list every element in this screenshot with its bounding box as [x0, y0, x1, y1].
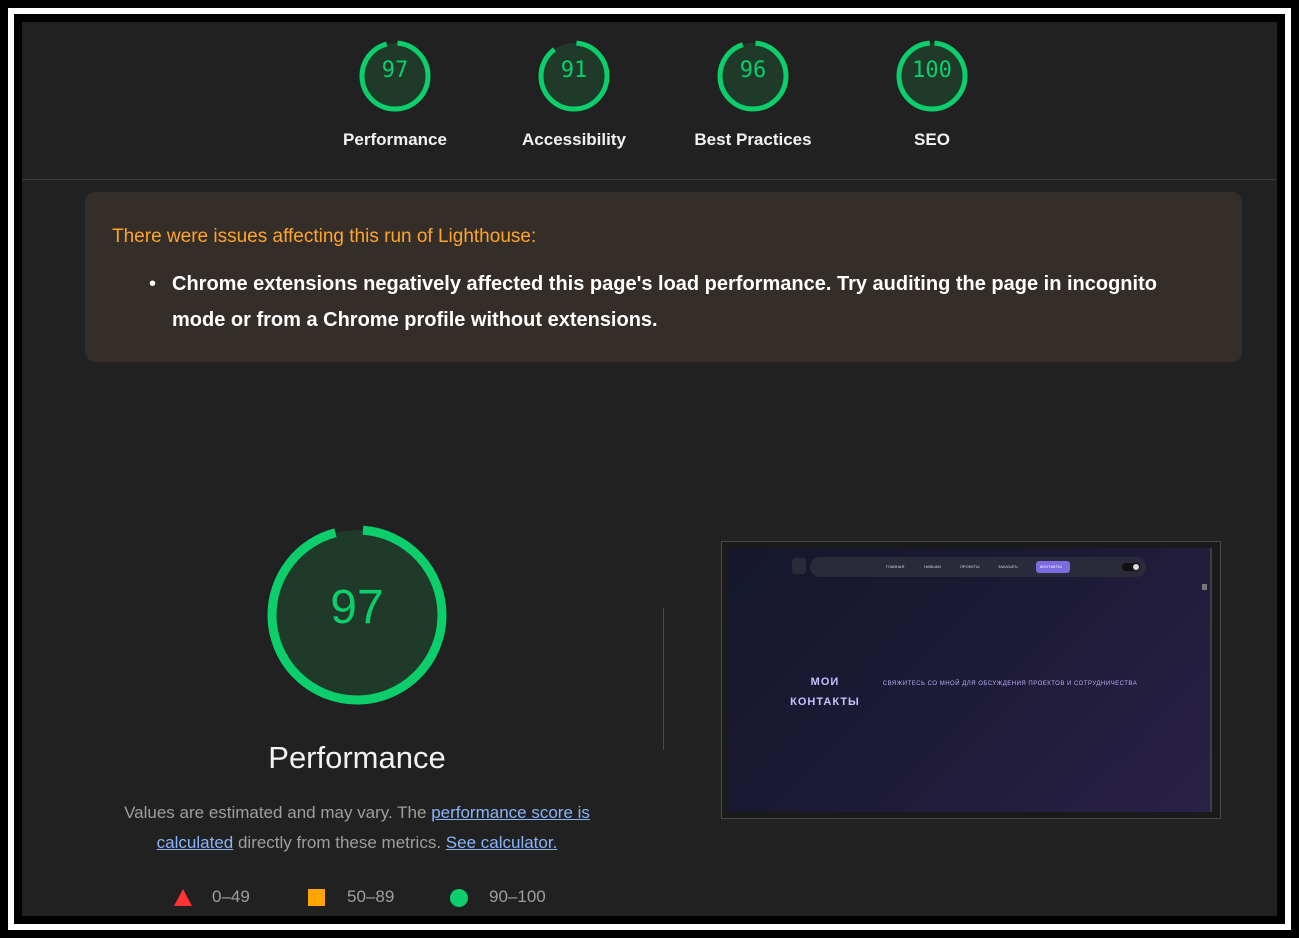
performance-score: 97 — [330, 581, 384, 634]
gauge-score: 97 — [381, 58, 409, 83]
nav-link: ПРОЕКТЫ — [960, 564, 980, 569]
site-nav: ГЛАВНАЯ НАВЫКИ ПРОЕКТЫ ЗАКАЗАТЬ КОНТАКТЫ — [810, 557, 1146, 577]
site-logo-icon — [792, 558, 806, 574]
legend-item-pass: 90–100 — [450, 884, 580, 910]
gauge-label: Best Practices — [694, 130, 812, 149]
heading-line: МОИ — [810, 676, 840, 688]
nav-link: ГЛАВНАЯ — [886, 564, 905, 569]
legend-range: 0–49 — [212, 887, 250, 906]
scroll-indicator — [1202, 584, 1207, 590]
gauge-best-practices[interactable]: 96 Best Practices — [663, 38, 843, 168]
legend-range: 90–100 — [489, 887, 546, 906]
gauge-performance[interactable]: 97 Performance — [305, 38, 485, 168]
screenshot-content: ГЛАВНАЯ НАВЫКИ ПРОЕКТЫ ЗАКАЗАТЬ КОНТАКТЫ… — [728, 548, 1212, 812]
gauge-seo[interactable]: 100 SEO — [842, 38, 1022, 168]
warning-box: There were issues affecting this run of … — [85, 192, 1242, 362]
triangle-icon — [174, 889, 192, 906]
vertical-divider — [663, 608, 664, 750]
legend-range: 50–89 — [347, 887, 395, 906]
square-icon — [308, 889, 325, 906]
bullet-icon: • — [149, 273, 157, 295]
nav-link: ЗАКАЗАТЬ — [998, 564, 1018, 569]
nav-link-active: КОНТАКТЫ — [1040, 564, 1062, 569]
warning-item: Chrome extensions negatively affected th… — [172, 273, 1157, 331]
score-summary: 97 Performance 91 Accessibility 96 Best … — [22, 22, 1277, 180]
screenshot-subtitle: СВЯЖИТЕСЬ СО МНОЙ ДЛЯ ОБСУЖДЕНИЯ ПРОЕКТО… — [882, 681, 1138, 687]
scrollbar — [1210, 548, 1212, 812]
gauge-score: 91 — [560, 58, 588, 83]
gauge-score: 100 — [912, 58, 952, 83]
desc-text: Values are estimated and may vary. The — [124, 803, 432, 822]
nav-link: НАВЫКИ — [924, 564, 941, 569]
gauge-label: Accessibility — [522, 130, 626, 149]
screenshot-heading: МОИ КОНТАКТЫ — [780, 672, 870, 712]
see-calculator-link[interactable]: See calculator. — [446, 833, 558, 852]
warning-title: There were issues affecting this run of … — [112, 226, 537, 247]
performance-description: Values are estimated and may vary. The p… — [102, 798, 612, 858]
performance-title: Performance — [268, 740, 446, 775]
gauge-label: SEO — [914, 130, 950, 149]
desc-text: directly from these metrics. — [233, 833, 446, 852]
heading-line: КОНТАКТЫ — [790, 696, 860, 708]
page-screenshot[interactable]: ГЛАВНАЯ НАВЫКИ ПРОЕКТЫ ЗАКАЗАТЬ КОНТАКТЫ… — [721, 541, 1221, 819]
legend-item-fail: 0–49 — [174, 884, 294, 910]
gauge-label: Performance — [343, 130, 447, 149]
lighthouse-report-panel: 97 Performance 91 Accessibility 96 Best … — [22, 22, 1277, 916]
theme-toggle-icon — [1122, 563, 1140, 571]
legend-item-average: 50–89 — [308, 884, 428, 910]
circle-icon — [450, 889, 468, 907]
gauge-accessibility[interactable]: 91 Accessibility — [484, 38, 664, 168]
gauge-score: 96 — [739, 58, 767, 83]
